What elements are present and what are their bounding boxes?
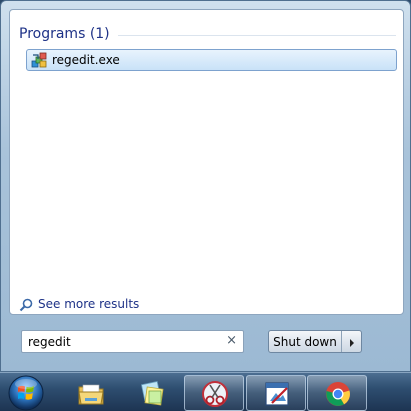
- search-icon: [19, 297, 33, 312]
- heading-divider: [118, 35, 396, 36]
- shutdown-button[interactable]: Shut down: [269, 331, 342, 352]
- clear-search-icon[interactable]: ×: [226, 333, 237, 349]
- result-item-label: regedit.exe: [52, 53, 120, 67]
- chrome-icon: [323, 379, 353, 409]
- taskbar-paint-button[interactable]: [246, 375, 306, 411]
- see-more-results-label: See more results: [38, 297, 140, 311]
- taskbar-sticky-notes-button[interactable]: [121, 375, 181, 411]
- start-menu: Programs (1) regedit.exe See more result…: [0, 0, 411, 372]
- shutdown-options-button[interactable]: [343, 331, 361, 352]
- result-item-regedit[interactable]: regedit.exe: [26, 49, 397, 71]
- see-more-results-link[interactable]: See more results: [19, 296, 139, 312]
- paint-icon: [262, 379, 292, 409]
- taskbar-explorer-button[interactable]: [60, 375, 120, 411]
- shutdown-split-button: Shut down: [268, 330, 362, 353]
- search-box[interactable]: ×: [21, 330, 244, 353]
- windows-orb-icon: [8, 375, 44, 411]
- sticky-notes-icon: [137, 379, 167, 409]
- taskbar-chrome-button[interactable]: [307, 375, 367, 411]
- regedit-icon: [31, 52, 49, 69]
- programs-heading: Programs (1): [19, 26, 110, 42]
- taskbar: [0, 372, 411, 411]
- search-input[interactable]: [28, 334, 218, 350]
- folder-icon: [76, 379, 106, 409]
- arrow-right-icon: [349, 332, 355, 351]
- taskbar-snipping-tool-button[interactable]: [184, 375, 244, 411]
- start-button[interactable]: [7, 374, 45, 411]
- search-results-pane: Programs (1) regedit.exe See more result…: [9, 9, 404, 315]
- scissors-icon: [200, 379, 230, 409]
